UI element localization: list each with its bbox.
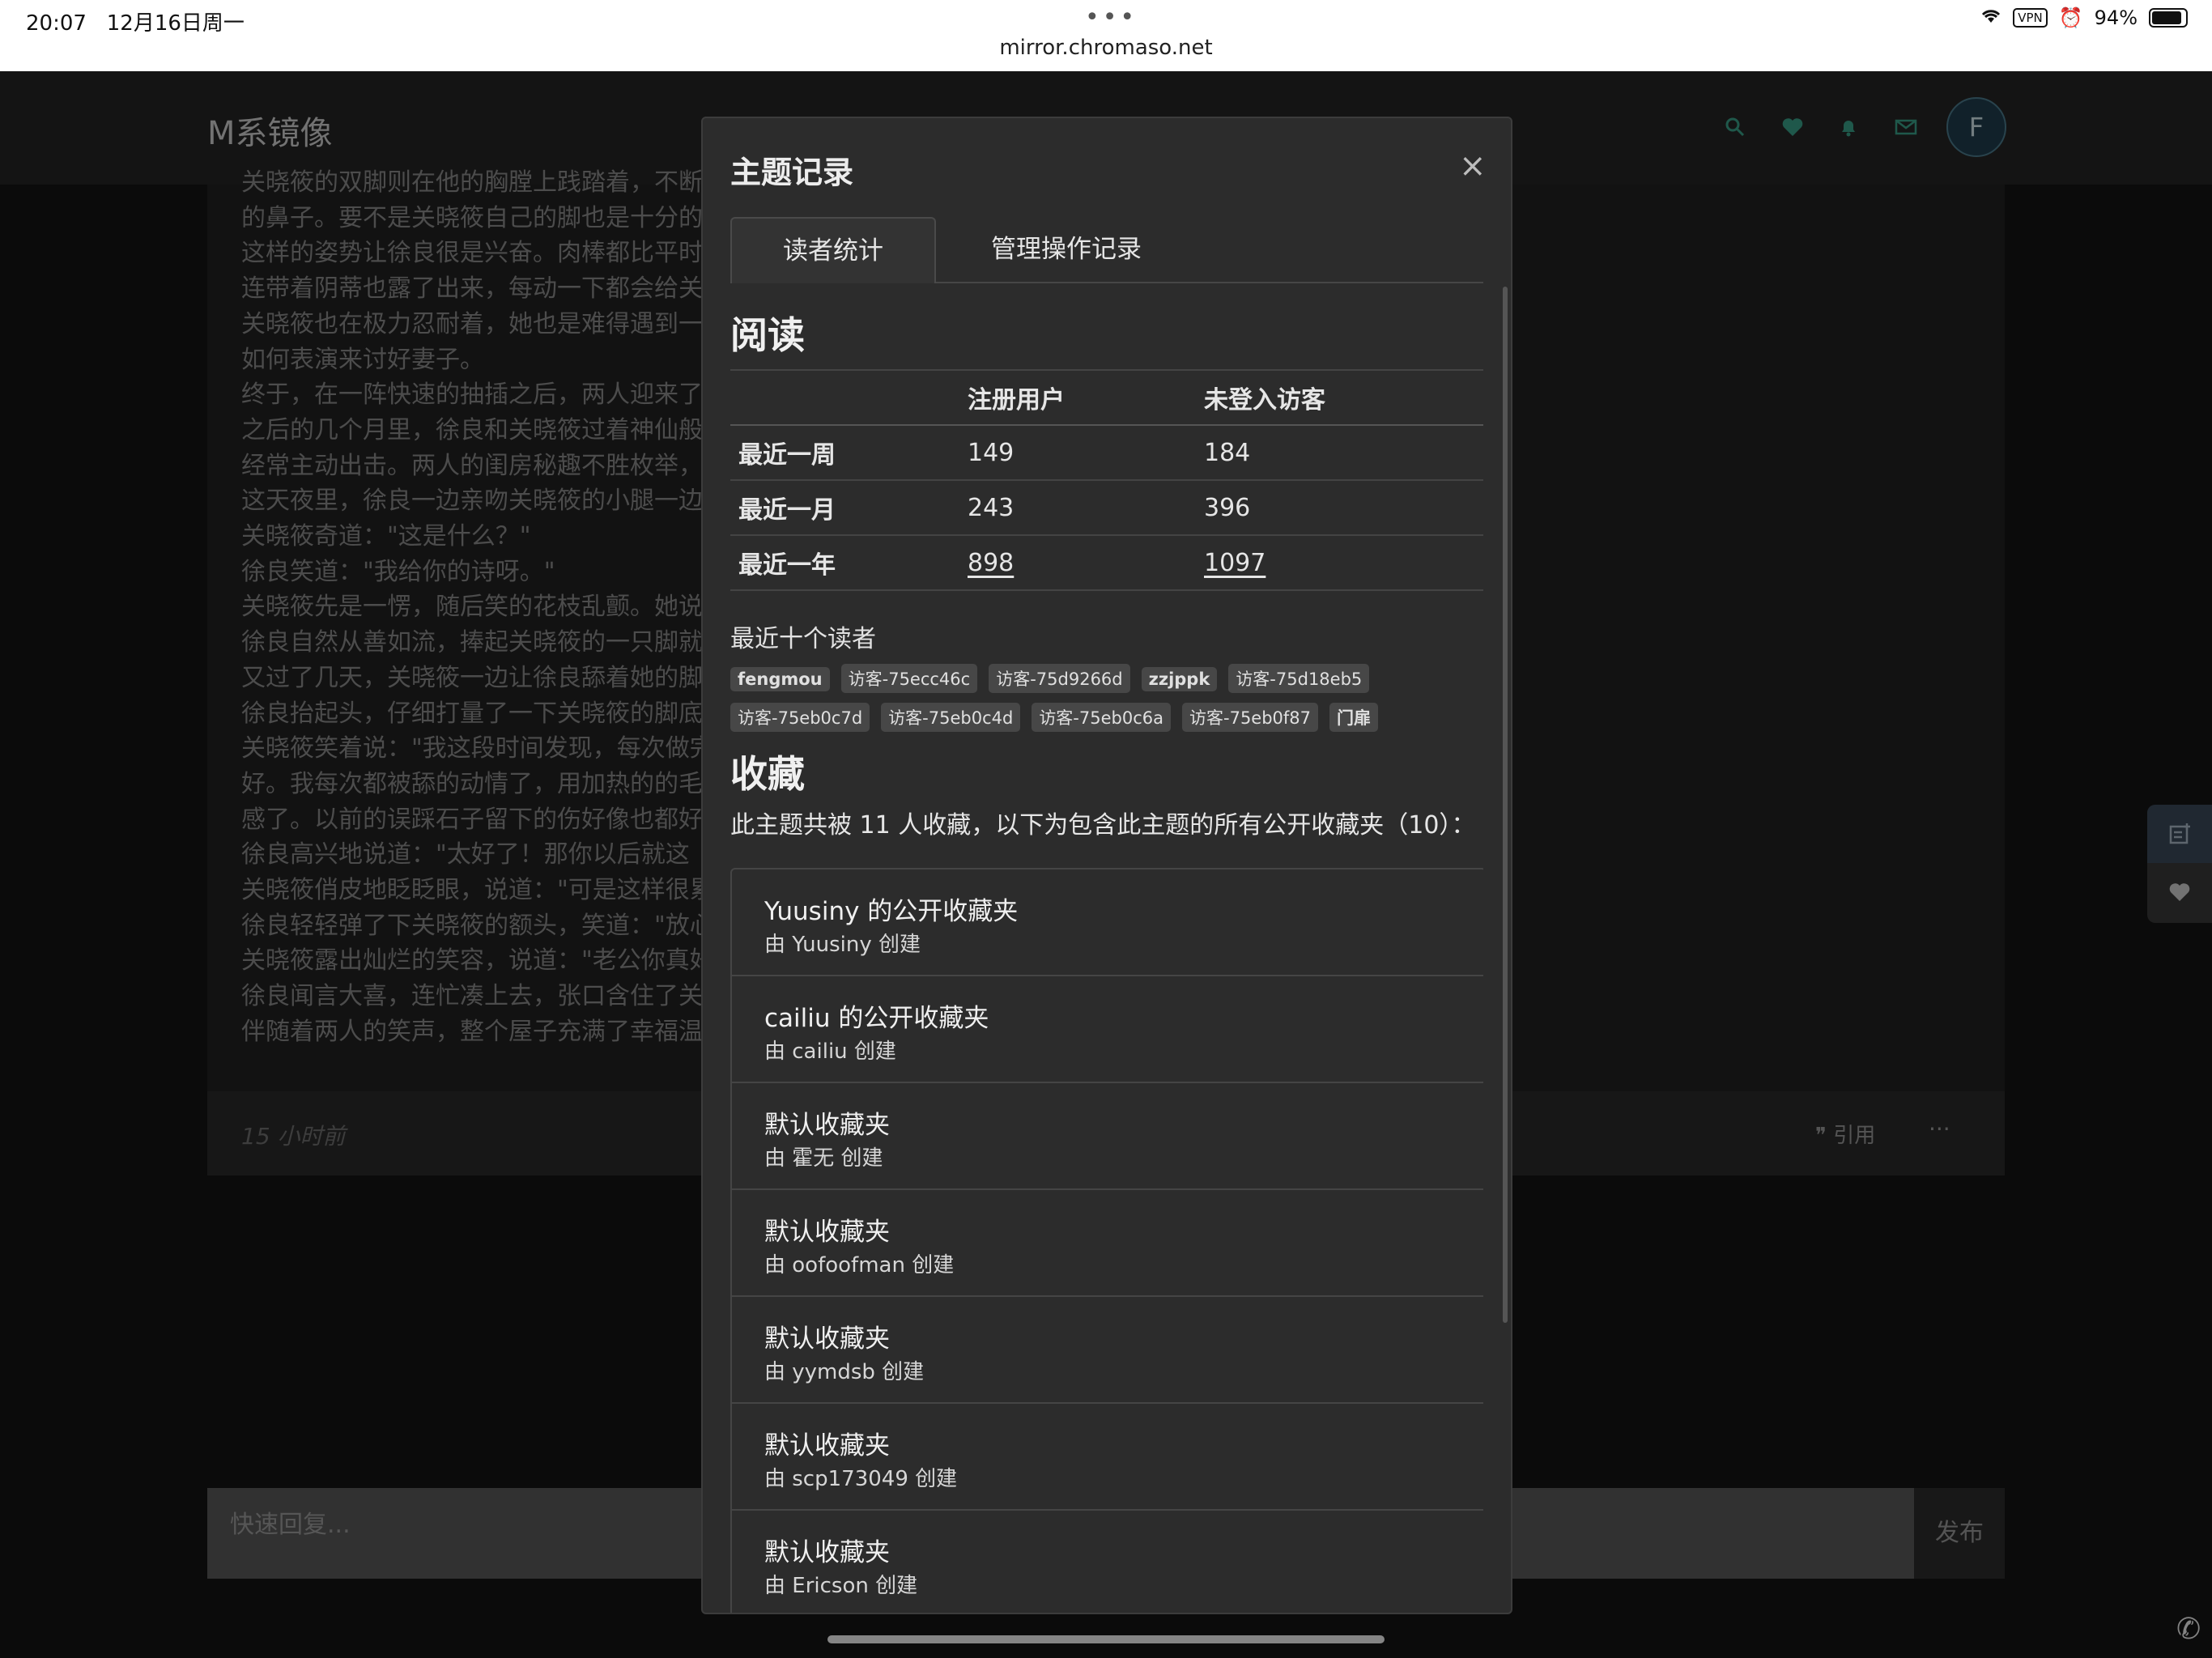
folder-name: 默认收藏夹: [764, 1324, 890, 1354]
folder-name: Yuusiny 的公开收藏夹: [764, 897, 1019, 926]
modal-title: 主题记录: [730, 155, 854, 190]
modal-body[interactable]: 阅读 注册用户 未登入访客 最近一周 149 184 最近一月 243 396 …: [730, 283, 1483, 1613]
reader-tag[interactable]: 访客-75ecc46c: [840, 664, 978, 693]
reader-tag[interactable]: 访客-75eb0c7d: [730, 703, 870, 732]
wifi-icon: [1980, 6, 2001, 29]
folder-creator: 由 yymdsb 创建: [764, 1360, 925, 1384]
folder-name: 默认收藏夹: [764, 1431, 890, 1460]
favorite-folder-item[interactable]: 默认收藏夹 由 scp173049 创建: [732, 1404, 1483, 1511]
reader-tag[interactable]: 访客-75eb0c4d: [881, 703, 1021, 732]
registered-count-link[interactable]: 898: [967, 535, 1203, 591]
folder-name: 默认收藏夹: [764, 1218, 890, 1247]
reader-tag[interactable]: 门扉: [1329, 703, 1379, 732]
status-bar: 20:07 12月16日周一 ••• mirror.chromaso.net V…: [0, 0, 2212, 71]
table-row: 最近一月 243 396: [730, 480, 1483, 536]
topic-record-modal: 主题记录 × 读者统计 管理操作记录 阅读 注册用户 未登入访客 最近一周 14…: [701, 117, 1512, 1614]
folder-name: 默认收藏夹: [764, 1538, 890, 1567]
table-header-guests: 未登入访客: [1203, 369, 1483, 426]
row-label: 最近一周: [730, 425, 967, 481]
row-label: 最近一月: [730, 480, 967, 536]
modal-scrollbar[interactable]: [1503, 287, 1508, 1323]
favorite-folder-item[interactable]: cailiu 的公开收藏夹 由 cailiu 创建: [732, 976, 1483, 1083]
favorite-folder-item[interactable]: 默认收藏夹 由 yymdsb 创建: [732, 1297, 1483, 1404]
battery-icon: [2149, 8, 2188, 28]
favorite-folder-item[interactable]: 默认收藏夹 由 Ericson 创建: [732, 1511, 1483, 1613]
reader-tag[interactable]: 访客-75eb0f87: [1182, 703, 1319, 732]
guest-count: 396: [1203, 480, 1483, 536]
folder-creator: 由 cailiu 创建: [764, 1039, 896, 1064]
favorites-description: 此主题共被 11 人收藏，以下为包含此主题的所有公开收藏夹（10）：: [730, 811, 1476, 840]
address-bar-url[interactable]: mirror.chromaso.net: [0, 36, 2212, 60]
favorites-list: Yuusiny 的公开收藏夹 由 Yuusiny 创建 cailiu 的公开收藏…: [730, 868, 1483, 1613]
reader-tag[interactable]: fengmou: [730, 667, 830, 691]
guest-count: 184: [1203, 425, 1483, 481]
reader-tag[interactable]: 访客-75d9266d: [989, 664, 1130, 693]
folder-name: cailiu 的公开收藏夹: [764, 1004, 989, 1033]
folder-creator: 由 scp173049 创建: [764, 1467, 958, 1491]
folder-name: 默认收藏夹: [764, 1111, 890, 1140]
folder-creator: 由 霍无 创建: [764, 1146, 883, 1171]
recent-readers-label: 最近十个读者: [730, 625, 876, 653]
favorite-folder-item[interactable]: Yuusiny 的公开收藏夹 由 Yuusiny 创建: [732, 869, 1483, 976]
table-row: 最近一周 149 184: [730, 425, 1483, 481]
registered-count: 243: [967, 480, 1203, 536]
reader-tag[interactable]: zzjppk: [1141, 667, 1218, 691]
favorites-heading: 收藏: [730, 752, 805, 796]
tab-reader-stats[interactable]: 读者统计: [730, 217, 936, 283]
reading-stats-table: 注册用户 未登入访客 最近一周 149 184 最近一月 243 396 最近一…: [730, 369, 1483, 591]
multitasking-dots[interactable]: •••: [1085, 3, 1138, 32]
status-icons: VPN ⏰ 94%: [1980, 6, 2188, 29]
battery-percent: 94%: [2094, 6, 2138, 29]
folder-creator: 由 Yuusiny 创建: [764, 933, 921, 957]
vpn-badge: VPN: [2013, 8, 2048, 28]
registered-count: 149: [967, 425, 1203, 481]
guest-count-link[interactable]: 1097: [1203, 535, 1483, 591]
close-icon[interactable]: ×: [1459, 147, 1487, 185]
table-row: 最近一年 898 1097: [730, 535, 1483, 591]
modal-tabs: 读者统计 管理操作记录: [730, 217, 1483, 283]
reader-tag[interactable]: 访客-75d18eb5: [1228, 664, 1370, 693]
reader-tag[interactable]: 访客-75eb0c6a: [1032, 703, 1171, 732]
table-header-registered: 注册用户: [967, 369, 1203, 426]
table-header-row: 注册用户 未登入访客: [730, 369, 1483, 426]
folder-creator: 由 oofoofman 创建: [764, 1253, 955, 1278]
alarm-icon: ⏰: [2058, 6, 2083, 29]
reading-heading: 阅读: [730, 313, 805, 357]
recent-readers-tags: fengmou 访客-75ecc46c 访客-75d9266d zzjppk 访客-75…: [730, 664, 1483, 742]
folder-creator: 由 Ericson 创建: [764, 1574, 918, 1598]
table-header-blank: [730, 369, 967, 426]
row-label: 最近一年: [730, 535, 967, 591]
favorite-folder-item[interactable]: 默认收藏夹 由 霍无 创建: [732, 1083, 1483, 1190]
favorite-folder-item[interactable]: 默认收藏夹 由 oofoofman 创建: [732, 1190, 1483, 1297]
status-time: 20:07 12月16日周一: [26, 11, 245, 36]
tab-admin-log[interactable]: 管理操作记录: [965, 217, 1168, 282]
